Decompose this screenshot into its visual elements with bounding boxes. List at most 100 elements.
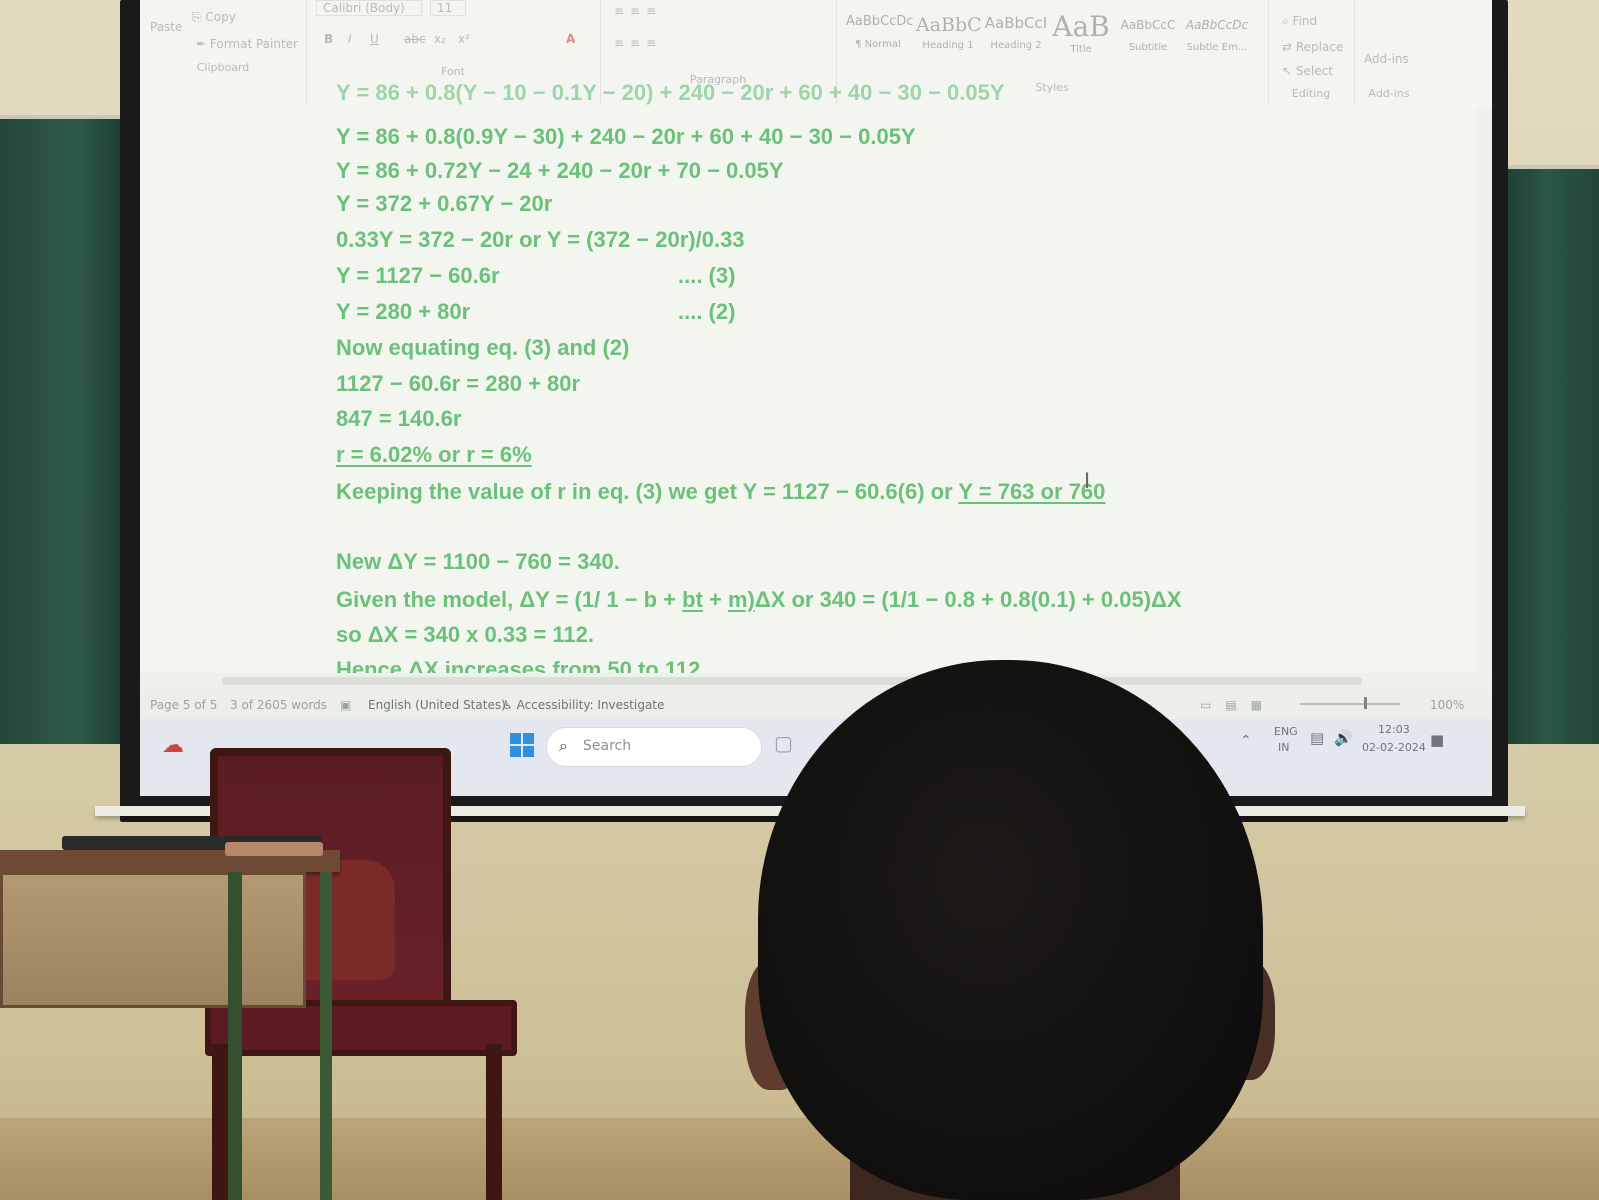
style-normal[interactable]: AaBbCcDc ¶ Normal [846,14,914,50]
replace-label: Replace [1295,40,1344,54]
replace-button[interactable]: ⇄ Replace [1282,40,1343,54]
equation-3-ref: .... (3) [678,263,736,288]
zoom-slider-thumb[interactable] [1364,697,1367,709]
style-normal-preview: AaBbCcDc [846,14,914,29]
proofing-icon[interactable]: ▣ [340,698,351,712]
strikethrough-button[interactable]: abc [404,32,426,46]
horizontal-scrollbar[interactable] [140,673,1492,689]
editing-label: Editing [1291,87,1331,100]
notification-icon[interactable]: ■ [1430,731,1444,749]
language-indicator[interactable]: English (United States) [368,698,506,712]
copy-label: Copy [205,10,236,24]
chevron-up-icon[interactable]: ⌃ [1240,733,1252,749]
subscript-button[interactable]: x₂ [434,32,446,46]
zoom-level[interactable]: 100% [1430,698,1464,712]
desk-drawer [0,872,306,1008]
accessibility-icon: ♿ [502,698,517,712]
model-line: Given the model, ΔY = (1/ 1 − b + bt + m… [336,587,1182,613]
view-mode-icons[interactable]: ▭▤▦ [1200,698,1276,712]
windows-start-icon[interactable] [510,733,534,757]
select-button[interactable]: ↖ Select [1282,64,1333,78]
find-button[interactable]: ⌕ Find [1282,14,1317,29]
equation-line-2: Y = 86 + 0.8(0.9Y − 30) + 240 − 20r + 60… [336,124,916,149]
clipboard-label: Clipboard [196,61,250,74]
font-label: Font [441,65,465,78]
italic-button[interactable]: I [348,32,352,46]
horizontal-scroll-thumb[interactable] [222,677,1362,685]
step-2-line: 847 = 140.6r [336,406,462,431]
language-top[interactable]: ENG [1274,725,1298,738]
result-r-line: r = 6.02% or r = 6% [336,442,532,467]
equation-2-text: Y = 280 + 80r [336,299,471,324]
vertical-scrollbar[interactable] [1476,108,1492,673]
underline-button[interactable]: U [370,32,379,46]
style-subtle-emphasis-name: Subtle Em... [1186,42,1248,53]
keeping-value-line: Keeping the value of r in eq. (3) we get… [336,479,1105,505]
chair-leg-left [212,1044,228,1200]
style-subtitle[interactable]: AaBbCcC Subtitle [1116,14,1180,53]
page-count[interactable]: Page 5 of 5 [150,698,217,712]
model-text-start: Given the model, ΔY = (1/ 1 − b + [336,587,683,612]
font-color-button[interactable]: A [566,32,575,46]
pencil-case [225,842,323,856]
status-bar: Page 5 of 5 3 of 2605 words ▣ English (U… [140,689,1492,719]
task-view-icon[interactable]: ▢ [774,731,793,755]
style-heading1-name: Heading 1 [922,40,974,51]
list-buttons-icon[interactable]: ≡≡≡ [614,4,662,18]
style-subtle-emphasis[interactable]: AaBbCcDc Subtle Em... [1182,14,1252,53]
accessibility-button[interactable]: ♿ Accessibility: Investigate [502,698,664,712]
style-heading2-name: Heading 2 [990,40,1042,51]
equation-line-1: Y = 86 + 0.8(Y − 10 − 0.1Y − 20) + 240 −… [336,80,1005,105]
find-icon: ⌕ [1282,14,1293,28]
projected-screen: Paste ⎘ Copy ✒ Format Painter Clipboard … [140,0,1492,796]
equation-line-3: Y = 86 + 0.72Y − 24 + 240 − 20r + 70 − 0… [336,158,784,183]
font-name-select[interactable]: Calibri (Body) [316,0,422,16]
equation-line-5: 0.33Y = 372 − 20r or Y = (372 − 20r)/0.3… [336,227,745,252]
paste-button[interactable]: Paste [150,20,182,34]
format-painter-label: Format Painter [209,37,298,51]
person-head [758,660,1263,1200]
style-heading2[interactable]: AaBbCcI Heading 2 [984,14,1048,51]
superscript-button[interactable]: x² [458,32,470,46]
taskbar-search-box[interactable]: ⌕ Search [546,727,762,767]
word-count[interactable]: 3 of 2605 words [230,698,327,712]
blackboard-right [1497,165,1599,744]
addins-button[interactable]: Add-ins [1364,52,1409,66]
volume-icon[interactable]: 🔊 [1334,729,1353,747]
style-title-preview: AaB [1052,10,1110,43]
style-normal-name: ¶ Normal [855,39,901,50]
clock-time[interactable]: 12:03 [1378,723,1410,736]
zoom-slider[interactable] [1300,703,1400,705]
bold-button[interactable]: B [324,32,333,46]
select-icon: ↖ [1282,64,1296,78]
replace-icon: ⇄ [1282,40,1296,54]
editing-group: ⌕ Find ⇄ Replace ↖ Select Editing [1268,0,1355,104]
equating-line: Now equating eq. (3) and (2) [336,335,630,360]
equation-line-4: Y = 372 + 0.67Y − 20r [336,191,553,216]
format-painter-icon: ✒ [196,37,210,51]
so-delta-x-line: so ΔX = 340 x 0.33 = 112. [336,622,595,647]
equation-3-line: Y = 1127 − 60.6r .... (3) [336,263,735,289]
model-m-term: m) [727,587,755,612]
model-text-end: ΔX or 340 = (1/1 − 0.8 + 0.8(0.1) + 0.05… [754,587,1182,612]
equation-3-text: Y = 1127 − 60.6r [336,263,500,288]
style-heading1[interactable]: AaBbC Heading 1 [916,14,982,51]
align-buttons-icon[interactable]: ≡≡≡ [614,36,662,50]
desk-leg-right [320,872,332,1200]
new-delta-y-line: New ΔY = 1100 − 760 = 340. [336,549,620,574]
step-1-line: 1127 − 60.6r = 280 + 80r [336,371,581,396]
chair-seat [205,1000,517,1056]
clock-date[interactable]: 02-02-2024 [1362,741,1426,754]
model-plus: + [702,587,728,612]
weather-icon[interactable]: ☁ [162,733,184,758]
format-painter-button[interactable]: ✒ Format Painter [196,37,298,51]
style-title[interactable]: AaB Title [1050,10,1112,56]
find-label: Find [1292,14,1318,28]
addins-group: Add-ins Add-ins [1354,0,1424,104]
network-icon[interactable]: ▤ [1310,729,1324,747]
font-size-select[interactable]: 11 [430,0,466,16]
equation-2-ref: .... (2) [678,299,736,324]
keeping-value-text: Keeping the value of r in eq. (3) we get… [336,479,959,504]
copy-button[interactable]: ⎘ Copy [192,10,236,25]
language-bottom[interactable]: IN [1278,741,1289,754]
